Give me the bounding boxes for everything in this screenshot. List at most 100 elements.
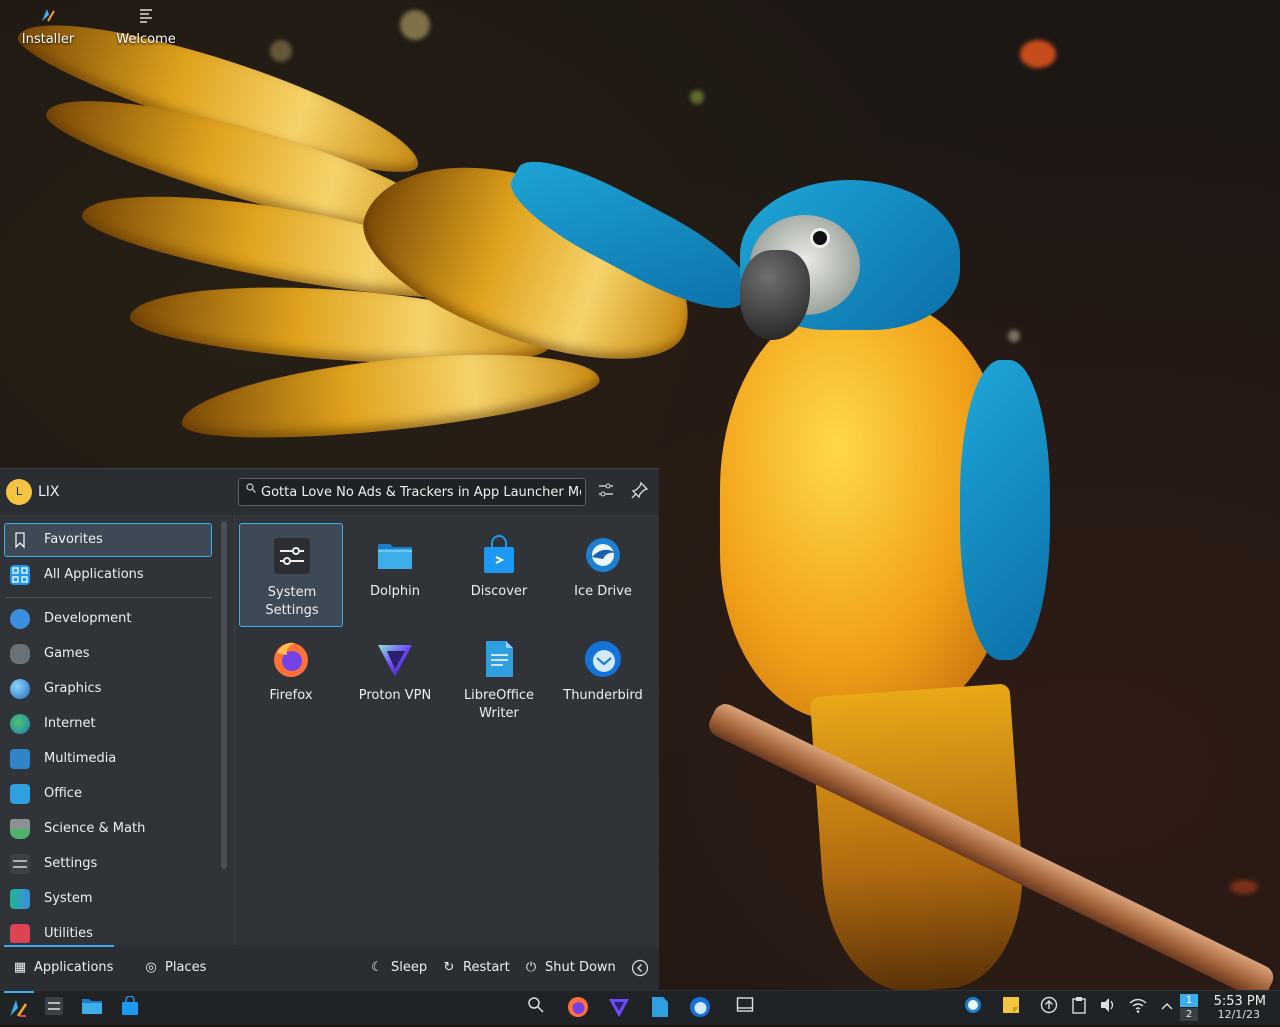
shutdown-button[interactable]: ⏻ Shut Down xyxy=(523,945,616,991)
app-system-settings[interactable]: System Settings xyxy=(239,523,343,627)
tab-places[interactable]: ◎ Places xyxy=(143,945,206,991)
app-ice-drive[interactable]: Ice Drive xyxy=(551,523,655,627)
category-utilities[interactable]: Utilities xyxy=(4,917,212,943)
category-label: System xyxy=(44,891,93,906)
folder-icon xyxy=(375,535,415,575)
gamepad-icon xyxy=(10,644,30,664)
category-scrollbar[interactable] xyxy=(221,521,227,869)
compass-icon: ◎ xyxy=(145,960,157,975)
category-multimedia[interactable]: Multimedia xyxy=(4,742,212,776)
bokeh-light xyxy=(690,90,704,104)
pin-icon xyxy=(631,481,649,499)
category-science-math[interactable]: Science & Math xyxy=(4,812,212,846)
bokeh-light xyxy=(1020,40,1056,68)
category-development[interactable]: Development xyxy=(4,602,212,636)
update-icon xyxy=(1040,996,1058,1014)
bokeh-light xyxy=(1008,330,1020,342)
bookmark-icon xyxy=(10,530,30,550)
launcher-footer: ▦ Applications ◎ Places ☾ Sleep ↻ Restart ⏻ S… xyxy=(0,945,659,991)
category-games[interactable]: Games xyxy=(4,637,212,671)
sleep-button[interactable]: ☾ Sleep xyxy=(369,945,427,991)
desktop-icon-welcome[interactable]: Welcome xyxy=(101,6,191,47)
category-label: Internet xyxy=(44,716,96,731)
clipboard-icon xyxy=(1072,997,1086,1014)
chevron-up-icon xyxy=(1161,1002,1173,1010)
category-settings[interactable]: Settings xyxy=(4,847,212,881)
app-label: Ice Drive xyxy=(574,584,632,599)
taskbar-discover[interactable] xyxy=(118,995,142,1020)
category-graphics[interactable]: Graphics xyxy=(4,672,212,706)
app-label: LibreOffice Writer xyxy=(463,688,535,721)
system-icon xyxy=(10,889,30,909)
chevron-left-icon xyxy=(631,959,649,976)
app-dolphin[interactable]: Dolphin xyxy=(343,523,447,627)
tray-volume[interactable] xyxy=(1096,996,1120,1020)
tray-network[interactable] xyxy=(1126,996,1150,1020)
category-list: Favorites All Applications Development G… xyxy=(0,519,216,943)
taskbar-writer[interactable] xyxy=(648,996,672,1020)
taskbar-search[interactable] xyxy=(524,996,548,1020)
firefox-icon xyxy=(568,997,588,1017)
virtual-desktop-pager[interactable]: 1 2 xyxy=(1180,994,1198,1022)
development-icon xyxy=(10,609,30,629)
ice-drive-icon xyxy=(965,997,981,1013)
divider xyxy=(234,515,235,945)
restart-icon: ↻ xyxy=(443,960,455,975)
desktop-icon-installer[interactable]: Installer xyxy=(3,6,93,47)
category-favorites[interactable]: Favorites xyxy=(4,523,212,557)
writer-document-icon xyxy=(652,997,668,1017)
launcher-button[interactable] xyxy=(6,996,30,1020)
show-desktop-button[interactable] xyxy=(733,996,757,1020)
app-libreoffice-writer[interactable]: LibreOffice Writer xyxy=(447,627,551,731)
category-office[interactable]: Office xyxy=(4,777,212,811)
parrot-blue-back xyxy=(960,360,1050,660)
desktop-icon-label: Welcome xyxy=(116,32,176,47)
divider xyxy=(6,597,212,598)
active-indicator xyxy=(4,991,34,993)
store-bag-icon xyxy=(479,535,519,575)
pager-desktop-2[interactable]: 2 xyxy=(1180,1008,1198,1021)
taskbar-system-settings[interactable] xyxy=(42,996,66,1020)
taskbar-proton-vpn[interactable] xyxy=(607,996,631,1020)
tray-ice-drive[interactable] xyxy=(961,996,985,1020)
tab-applications[interactable]: ▦ Applications xyxy=(12,945,114,991)
search-input[interactable] xyxy=(238,478,586,506)
tray-notes[interactable] xyxy=(999,996,1023,1020)
category-all-applications[interactable]: All Applications xyxy=(4,558,212,592)
app-thunderbird[interactable]: Thunderbird xyxy=(551,627,655,731)
configure-button[interactable] xyxy=(595,481,617,503)
desktop-icon-label: Installer xyxy=(21,32,75,47)
tray-updates[interactable] xyxy=(1037,996,1061,1020)
parrot-eye xyxy=(810,228,830,248)
app-label: Dolphin xyxy=(370,584,420,599)
app-discover[interactable]: Discover xyxy=(447,523,551,627)
taskbar-dolphin[interactable] xyxy=(80,996,104,1020)
tab-label: Places xyxy=(165,960,207,975)
app-firefox[interactable]: Firefox xyxy=(239,627,343,731)
application-launcher: L LIX Favorites All Applications Develop… xyxy=(0,468,659,991)
taskbar-firefox[interactable] xyxy=(566,996,590,1020)
pin-button[interactable] xyxy=(629,481,651,503)
tab-label: Applications xyxy=(34,960,114,975)
avatar[interactable]: L xyxy=(6,479,32,505)
restart-button[interactable]: ↻ Restart xyxy=(441,945,510,991)
button-label: Restart xyxy=(463,960,510,975)
category-system[interactable]: System xyxy=(4,882,212,916)
clock-time[interactable]: 5:53 PM xyxy=(1214,994,1266,1009)
app-label: Firefox xyxy=(269,688,313,703)
tray-clipboard[interactable] xyxy=(1067,996,1091,1020)
taskbar-thunderbird[interactable] xyxy=(688,996,712,1020)
category-label: Development xyxy=(44,611,132,626)
category-label: All Applications xyxy=(44,567,144,582)
category-internet[interactable]: Internet xyxy=(4,707,212,741)
app-label: Discover xyxy=(470,584,528,599)
leave-more-button[interactable] xyxy=(631,945,649,991)
pager-desktop-1[interactable]: 1 xyxy=(1180,994,1198,1007)
clock-date[interactable]: 12/1/23 xyxy=(1218,1008,1260,1021)
app-proton-vpn[interactable]: Proton VPN xyxy=(343,627,447,731)
category-label: Games xyxy=(44,646,90,661)
launcher-header: L LIX xyxy=(0,469,659,515)
tray-expand-button[interactable] xyxy=(1155,996,1179,1020)
category-label: Favorites xyxy=(44,532,103,547)
firefox-icon xyxy=(271,639,311,679)
